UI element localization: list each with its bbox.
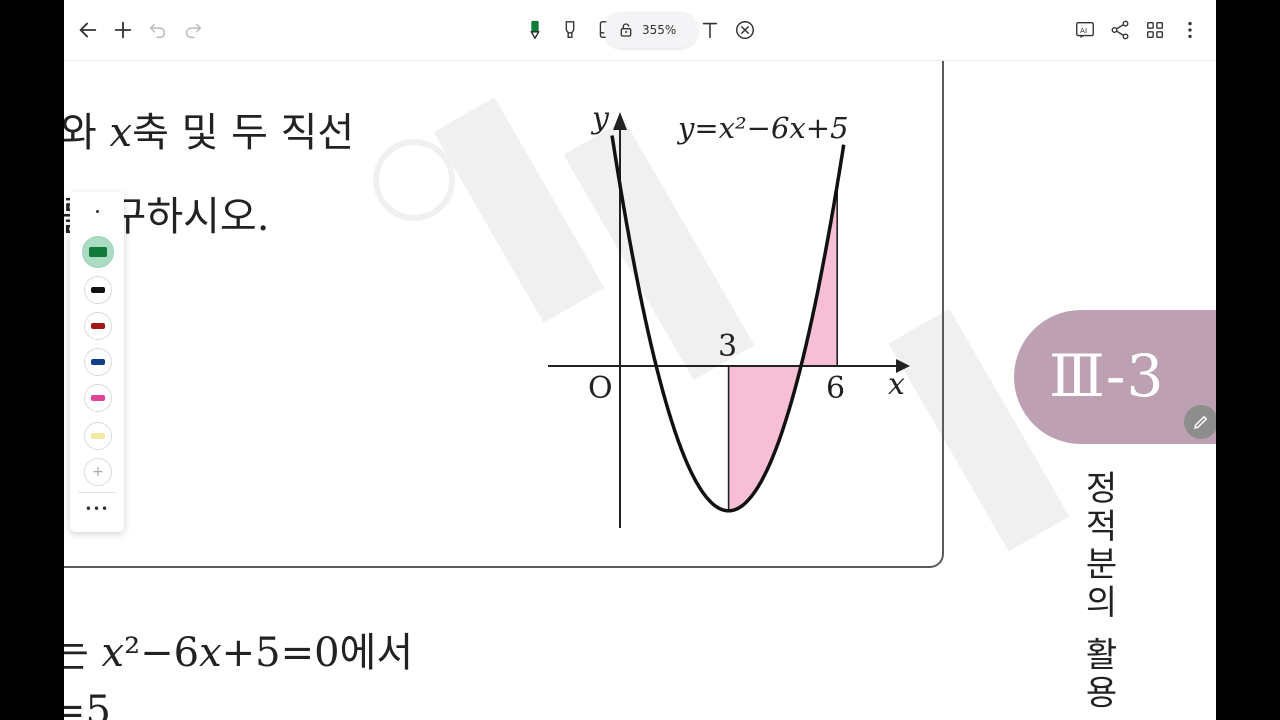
grid-view-icon[interactable] — [1140, 15, 1170, 45]
svg-text:AI: AI — [1080, 26, 1087, 35]
text-icon[interactable] — [695, 15, 725, 45]
section-label: Ⅲ-3 — [1049, 342, 1165, 410]
black-pen[interactable] — [84, 276, 112, 304]
divider — [78, 492, 116, 493]
shaded-area — [728, 185, 838, 511]
more-icon[interactable] — [1175, 15, 1205, 45]
zoom-indicator[interactable]: 355% — [604, 12, 698, 48]
drag-handle[interactable] — [96, 210, 99, 213]
red-pen-tip — [91, 323, 105, 329]
zoom-level: 355% — [642, 23, 677, 37]
x-label: x — [888, 367, 905, 402]
y-label: y — [590, 101, 610, 136]
tick-6-label: 6 — [826, 371, 845, 406]
disable-stylus-icon[interactable] — [730, 15, 760, 45]
pink-pen-tip — [91, 395, 105, 401]
pink-pen[interactable] — [84, 384, 112, 412]
chapter-title-vertical: 정적분의 활용 — [1078, 470, 1118, 713]
black-pen-tip — [91, 287, 105, 293]
solution-line-2: =5 — [64, 688, 111, 720]
edit-button[interactable] — [1184, 405, 1216, 439]
y-axis-arrow — [613, 112, 627, 130]
green-pen-tip — [89, 247, 107, 257]
ai-icon[interactable]: AI — [1070, 15, 1100, 45]
problem-line-1: 와 𝑥축 및 두 직선 — [64, 110, 355, 156]
unlock-icon[interactable] — [618, 22, 634, 38]
pen-icon[interactable] — [520, 15, 550, 45]
yellow-pen[interactable] — [84, 422, 112, 450]
pen-palette: + ••• — [70, 192, 124, 532]
document-page[interactable]: 와 𝑥축 및 두 직선 를 구하시오. y x O 3 6 y=x²−6x+5 … — [64, 40, 1216, 720]
origin-label: O — [588, 371, 613, 406]
yellow-pen-tip — [91, 433, 105, 439]
redo-icon[interactable] — [178, 15, 208, 45]
parabola-graph: y x O 3 6 y=x²−6x+5 — [548, 101, 910, 528]
tick-3-label: 3 — [718, 329, 737, 364]
blue-pen[interactable] — [84, 348, 112, 376]
add-icon[interactable] — [108, 15, 138, 45]
green-pen[interactable] — [82, 236, 114, 268]
app-window: AI 355% 와 𝑥축 및 두 직선 를 구하시오. y x O 3 6 y=… — [64, 0, 1216, 720]
back-arrow-icon[interactable] — [73, 15, 103, 45]
equation-label: y=x²−6x+5 — [676, 111, 849, 145]
more-pens-button[interactable]: ••• — [82, 502, 112, 516]
undo-icon[interactable] — [143, 15, 173, 45]
pencil-icon — [1193, 415, 1208, 430]
blue-pen-tip — [91, 359, 105, 365]
add-pen-button[interactable]: + — [84, 458, 112, 486]
highlighter-icon[interactable] — [555, 15, 585, 45]
red-pen[interactable] — [84, 312, 112, 340]
solution-line-1: 는 𝑥²−6𝑥+5=0에서 — [64, 630, 414, 676]
share-icon[interactable] — [1105, 15, 1135, 45]
